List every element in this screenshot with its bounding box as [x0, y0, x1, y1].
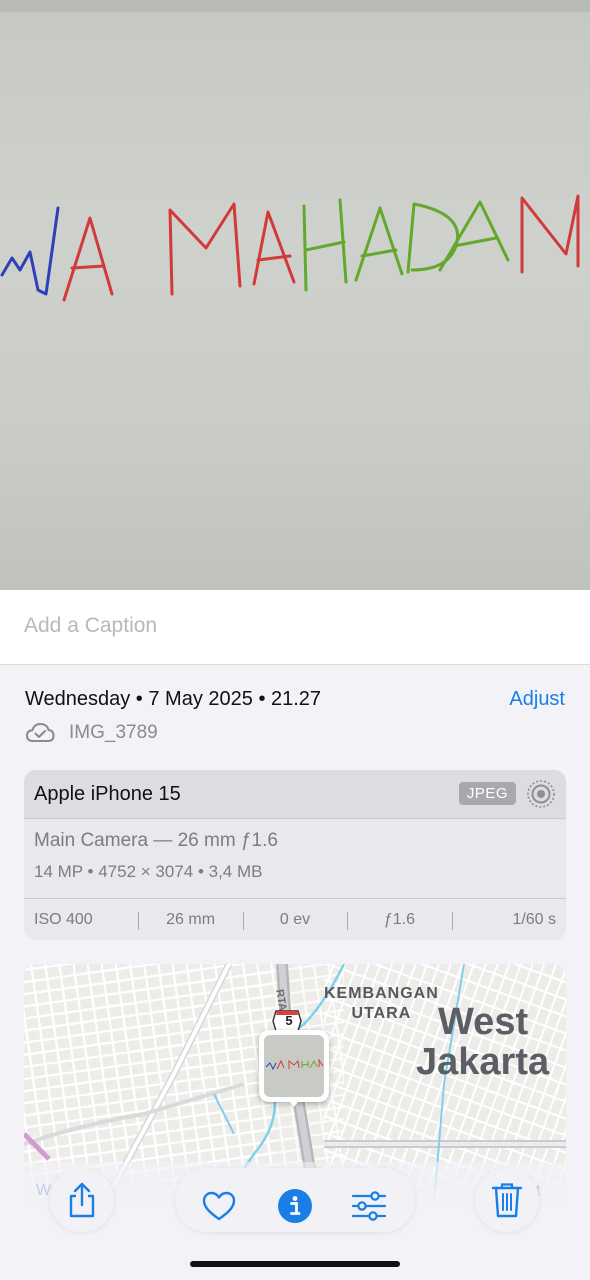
share-button[interactable]: [50, 1168, 114, 1232]
live-photo-icon[interactable]: [526, 779, 556, 809]
exif-focal-length: 26 mm: [138, 911, 242, 930]
image-specs: 14 MP • 4752 × 3074 • 3,4 MB: [34, 862, 263, 881]
pin-pointer: [287, 1098, 301, 1107]
icloud-check-icon: [25, 722, 55, 742]
camera-card-header: Apple iPhone 15 JPEG: [24, 770, 566, 819]
filename: IMG_3789: [69, 722, 158, 743]
toolbar-center-group: [175, 1168, 415, 1232]
favorite-heart-icon[interactable]: [201, 1188, 237, 1224]
edit-adjustments-icon[interactable]: [351, 1188, 387, 1224]
exif-shutter-speed: 1/60 s: [451, 911, 566, 930]
share-icon: [69, 1182, 95, 1218]
map-photo-thumbnail: [264, 1035, 324, 1097]
home-indicator[interactable]: [190, 1261, 400, 1267]
map-label-line-1: KEMBANGAN: [324, 985, 439, 1002]
handwritten-text-image: [0, 194, 580, 302]
exif-iso: ISO 400: [34, 911, 93, 928]
photo-view[interactable]: [0, 0, 590, 590]
thumbnail-scribble: [265, 1058, 324, 1071]
format-badge: JPEG: [458, 782, 516, 805]
map-label-line-jakarta: Jakarta: [416, 1041, 550, 1083]
exif-exposure-value: 0 ev: [242, 911, 347, 930]
exif-row: ISO 400 26 mm 0 ev ƒ1.6 1/60 s: [24, 898, 566, 940]
caption-input[interactable]: [24, 614, 564, 638]
photo-top-edge: [0, 0, 590, 12]
map-label-west-jakarta: West Jakarta: [416, 1002, 549, 1082]
caption-section: [0, 590, 590, 665]
road-number: 5: [285, 1013, 293, 1028]
trash-icon: [491, 1183, 523, 1218]
exif-aperture: ƒ1.6: [347, 911, 451, 930]
lens-info: Main Camera — 26 mm ƒ1.6: [34, 830, 278, 851]
adjust-datetime-button[interactable]: Adjust: [509, 688, 565, 711]
file-info-row: IMG_3789: [25, 722, 158, 744]
map-label-line-west: West: [438, 1001, 529, 1043]
camera-info-card: Apple iPhone 15 JPEG Main Camera — 26 mm…: [24, 770, 566, 940]
map-photo-pin[interactable]: [259, 1030, 329, 1107]
info-icon[interactable]: [277, 1188, 313, 1224]
photo-datetime: Wednesday • 7 May 2025 • 21.27: [25, 688, 322, 710]
device-name: Apple iPhone 15: [34, 783, 181, 805]
delete-button[interactable]: [475, 1168, 539, 1232]
